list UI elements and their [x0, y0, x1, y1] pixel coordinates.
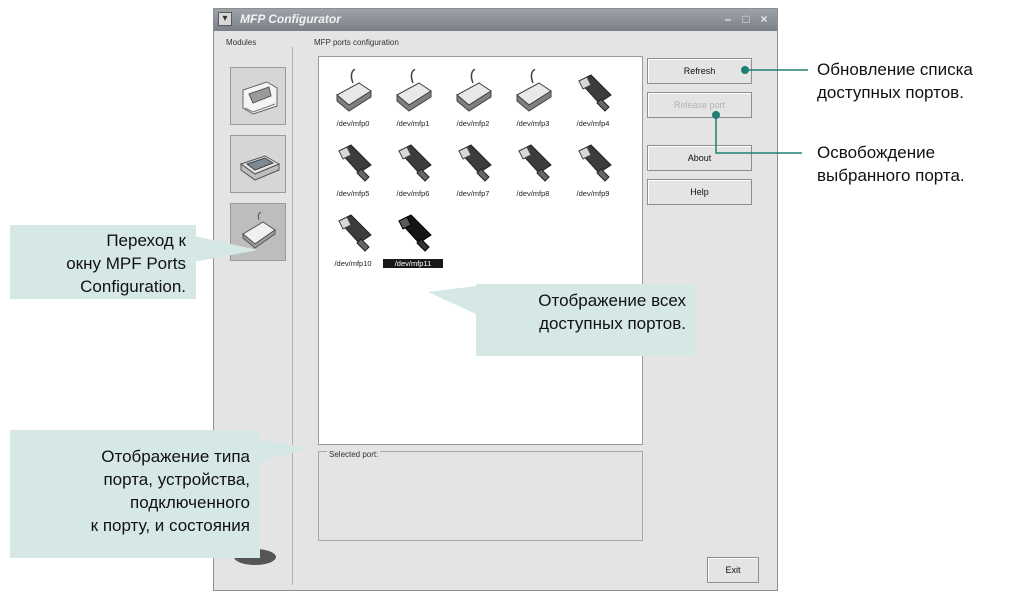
ports-window-callout-line-1: Переход к: [106, 231, 186, 250]
refresh-callout-line-1: Обновление списка: [817, 60, 973, 79]
release-callout: Освобождение выбранного порта.: [817, 141, 965, 187]
port-type-callout-line-3: подключенного: [130, 493, 250, 512]
port-type-pointer: [258, 440, 312, 462]
release-callout-line-1: Освобождение: [817, 143, 936, 162]
port-type-callout-line-1: Отображение типа: [101, 447, 250, 466]
ports-window-callout: Переход к окну MPF Ports Configuration.: [10, 225, 196, 299]
release-pointer-dot: [712, 111, 720, 119]
refresh-callout: Обновление списка доступных портов.: [817, 58, 973, 104]
release-callout-line-2: выбранного порта.: [817, 166, 965, 185]
ports-window-pointer: [194, 236, 258, 262]
ports-window-callout-line-3: Configuration.: [80, 277, 186, 296]
port-type-callout-line-2: порта, устройства,: [103, 470, 250, 489]
port-type-callout-line-4: к порту, и состояния: [90, 516, 250, 535]
all-ports-callout-line-1: Отображение всех: [538, 291, 686, 310]
ports-window-callout-line-2: окну MPF Ports: [66, 254, 186, 273]
refresh-callout-line-2: доступных портов.: [817, 83, 964, 102]
all-ports-callout: Отображение всех доступных портов.: [476, 284, 694, 356]
port-type-callout: Отображение типа порта, устройства, подк…: [10, 430, 260, 558]
all-ports-callout-line-2: доступных портов.: [539, 314, 686, 333]
refresh-pointer-dot: [741, 66, 749, 74]
all-ports-pointer: [428, 286, 476, 314]
